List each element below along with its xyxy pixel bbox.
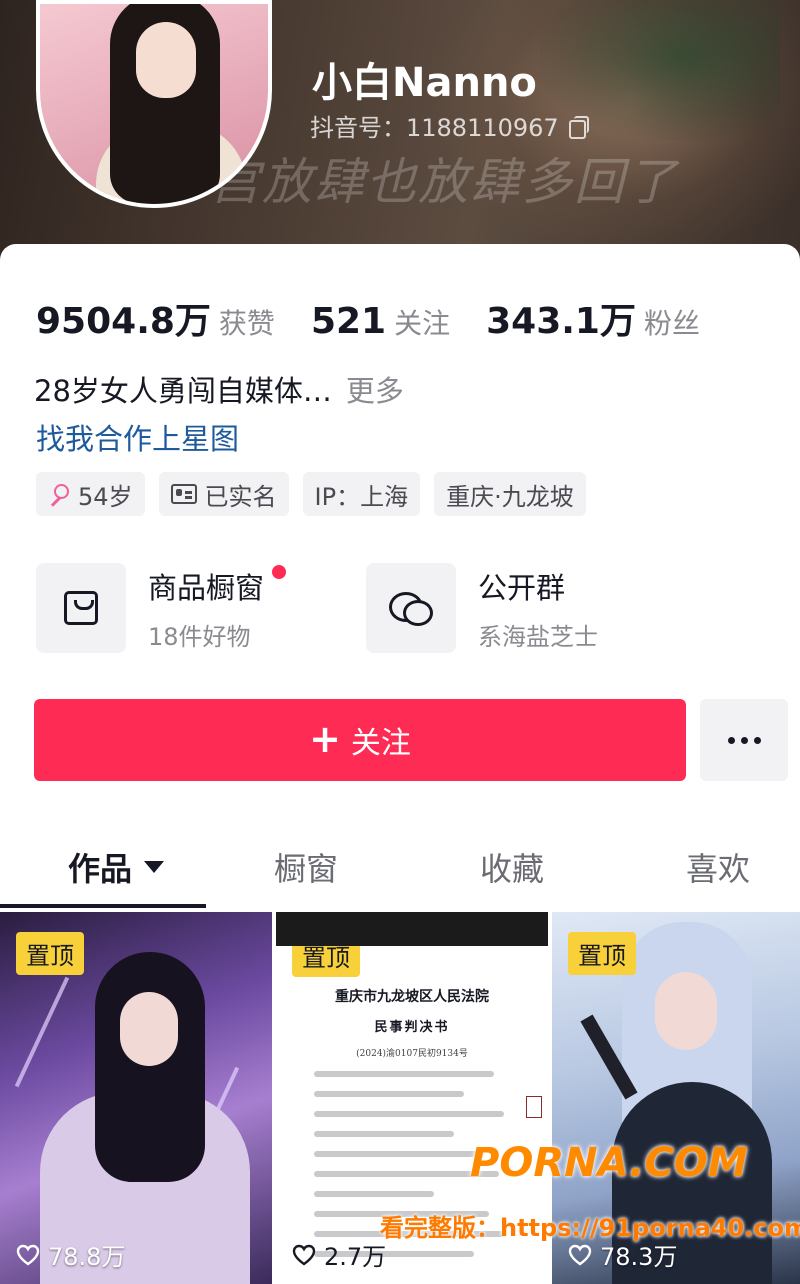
- watermark-brand: PORNA.COM: [470, 1140, 748, 1186]
- chat-bubbles-icon: [389, 590, 433, 626]
- pinned-badge: 置顶: [16, 932, 84, 975]
- followers-count[interactable]: 343.1万: [486, 292, 636, 344]
- court-seal: [526, 1096, 542, 1118]
- tag-verified-label: 已实名: [204, 482, 277, 511]
- public-group-entry[interactable]: 公开群 系海盐芝士: [366, 562, 598, 654]
- feature-entries: 商品橱窗 18件好物 公开群 系海盐芝士: [36, 562, 766, 654]
- follow-button[interactable]: + 关注: [34, 699, 686, 781]
- video-tile[interactable]: 置顶 78.8万: [0, 912, 272, 1284]
- video-likes: 2.7万: [292, 1237, 386, 1272]
- heart-icon: [16, 1244, 40, 1266]
- shop-window-entry[interactable]: 商品橱窗 18件好物: [36, 562, 287, 654]
- shopping-bag-icon: [64, 591, 98, 625]
- tab-favorites[interactable]: 收藏: [480, 834, 544, 900]
- douyin-id[interactable]: 抖音号：1188110967: [310, 108, 589, 143]
- female-icon: [48, 483, 70, 505]
- bio-text: 28岁女人勇闯自媒体…: [34, 374, 332, 408]
- shop-window-subtitle: 18件好物: [148, 622, 251, 651]
- group-icon-box: [366, 563, 456, 653]
- pinned-badge: 置顶: [568, 932, 636, 975]
- heart-icon: [292, 1244, 316, 1266]
- nickname: 小白Nanno: [312, 60, 537, 106]
- watermark-url: 看完整版：https://91porna40.com: [380, 1214, 800, 1242]
- document-court-name: 重庆市九龙坡区人民法院: [335, 989, 489, 1005]
- tag-ip-label: IP：上海: [314, 482, 409, 511]
- heart-icon: [568, 1244, 592, 1266]
- collab-link[interactable]: 找我合作上星图: [36, 416, 239, 458]
- tab-works[interactable]: 作品: [68, 834, 165, 900]
- plus-icon: +: [309, 716, 341, 761]
- profile-tags: 54岁 已实名 IP：上海 重庆·九龙坡: [36, 472, 586, 516]
- bio-more-link[interactable]: 更多: [346, 374, 404, 408]
- pinned-badge: 置顶: [292, 946, 360, 977]
- shop-window-title: 商品橱窗: [148, 564, 287, 607]
- content-tabs: 作品 橱窗 收藏 喜欢: [0, 834, 800, 910]
- bio: 28岁女人勇闯自媒体… 更多: [34, 368, 404, 410]
- follow-button-label: 关注: [350, 726, 411, 761]
- caret-down-icon: [144, 861, 165, 873]
- likes-count: 9504.8万: [36, 301, 211, 342]
- tab-showcase[interactable]: 橱窗: [274, 834, 338, 900]
- notification-dot: [272, 564, 287, 579]
- more-options-button[interactable]: [700, 699, 788, 781]
- copy-icon[interactable]: [567, 115, 589, 139]
- public-group-subtitle: 系海盐芝士: [478, 622, 598, 651]
- video-likes: 78.8万: [16, 1237, 125, 1272]
- document-case-number: (2024)渝0107民初9134号: [356, 1049, 468, 1059]
- active-tab-indicator: [0, 904, 206, 908]
- tab-likes[interactable]: 喜欢: [686, 834, 750, 900]
- public-group-title: 公开群: [478, 570, 566, 605]
- tag-location: 重庆·九龙坡: [434, 472, 586, 516]
- stats-row: 9504.8万 获赞 521 关注 343.1万 粉丝: [36, 292, 736, 344]
- tag-verified: 已实名: [158, 472, 289, 516]
- following-label[interactable]: 关注: [394, 302, 450, 342]
- tag-age: 54岁: [36, 472, 145, 516]
- douyin-id-text: 抖音号：1188110967: [310, 114, 559, 142]
- tag-location-label: 重庆·九龙坡: [446, 482, 574, 511]
- id-card-icon: [170, 484, 197, 504]
- tag-ip: IP：上海: [302, 472, 421, 516]
- following-count[interactable]: 521: [311, 301, 386, 342]
- likes-label: 获赞: [218, 307, 275, 340]
- document-title: 民事判决书: [374, 1020, 450, 1035]
- shop-icon-box: [36, 563, 126, 653]
- banner-caption: 宫放肆也放肆多回了: [210, 153, 678, 211]
- followers-label[interactable]: 粉丝: [644, 302, 700, 342]
- tag-age-label: 54岁: [78, 482, 133, 511]
